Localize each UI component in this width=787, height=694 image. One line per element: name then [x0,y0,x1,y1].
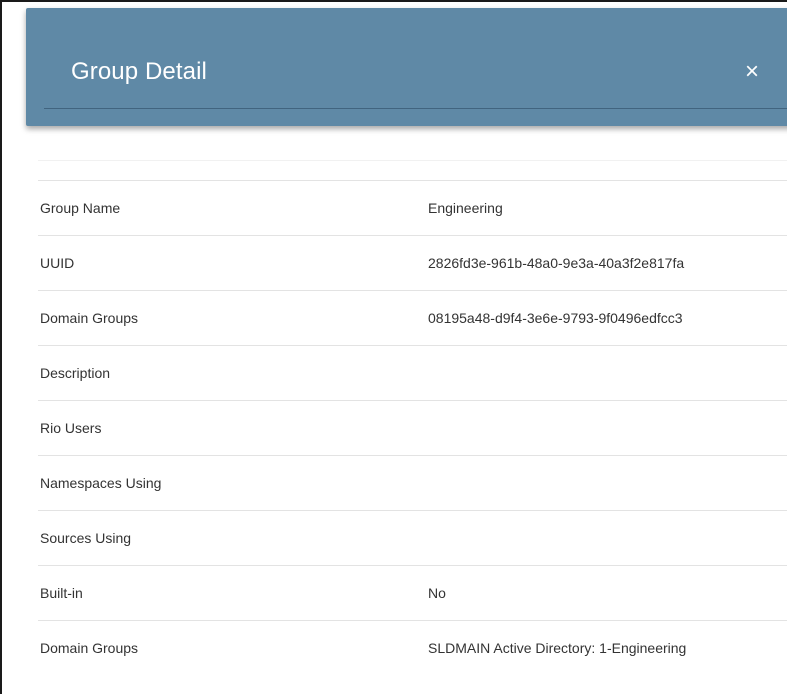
detail-row-built-in: Built-in No [38,565,787,620]
row-label: Group Name [40,200,121,216]
row-value: No [428,585,446,601]
detail-row-uuid: UUID 2826fd3e-961b-48a0-9e3a-40a3f2e817f… [38,235,787,290]
dialog-title: Group Detail [71,58,207,85]
row-label: Namespaces Using [40,475,162,491]
header-divider [44,108,787,109]
detail-row-sources-using: Sources Using [38,510,787,565]
row-label: UUID [40,255,75,271]
row-label: Domain Groups [40,310,139,326]
detail-row-domain-groups-directory: Domain Groups SLDMAIN Active Directory: … [38,620,787,675]
content-top-divider [38,160,787,161]
row-value: 08195a48-d9f4-3e6e-9793-9f0496edfcc3 [428,310,683,326]
row-label: Domain Groups [40,640,139,656]
row-label: Rio Users [40,420,102,436]
detail-row-group-name: Group Name Engineering [38,180,787,235]
group-detail-dialog: Group Detail × Group Name Engineering UU… [0,0,787,694]
detail-row-domain-groups: Domain Groups 08195a48-d9f4-3e6e-9793-9f… [38,290,787,345]
row-label: Description [40,365,111,381]
dialog-header: Group Detail × [26,8,787,126]
close-icon[interactable]: × [734,54,770,90]
row-value: Engineering [428,200,503,216]
row-label: Sources Using [40,530,132,546]
row-value: SLDMAIN Active Directory: 1-Engineering [428,640,687,656]
detail-row-description: Description [38,345,787,400]
row-value: 2826fd3e-961b-48a0-9e3a-40a3f2e817fa [428,255,685,271]
detail-row-rio-users: Rio Users [38,400,787,455]
detail-row-namespaces-using: Namespaces Using [38,455,787,510]
row-label: Built-in [40,585,83,601]
details-table: Group Name Engineering UUID 2826fd3e-961… [38,180,787,675]
